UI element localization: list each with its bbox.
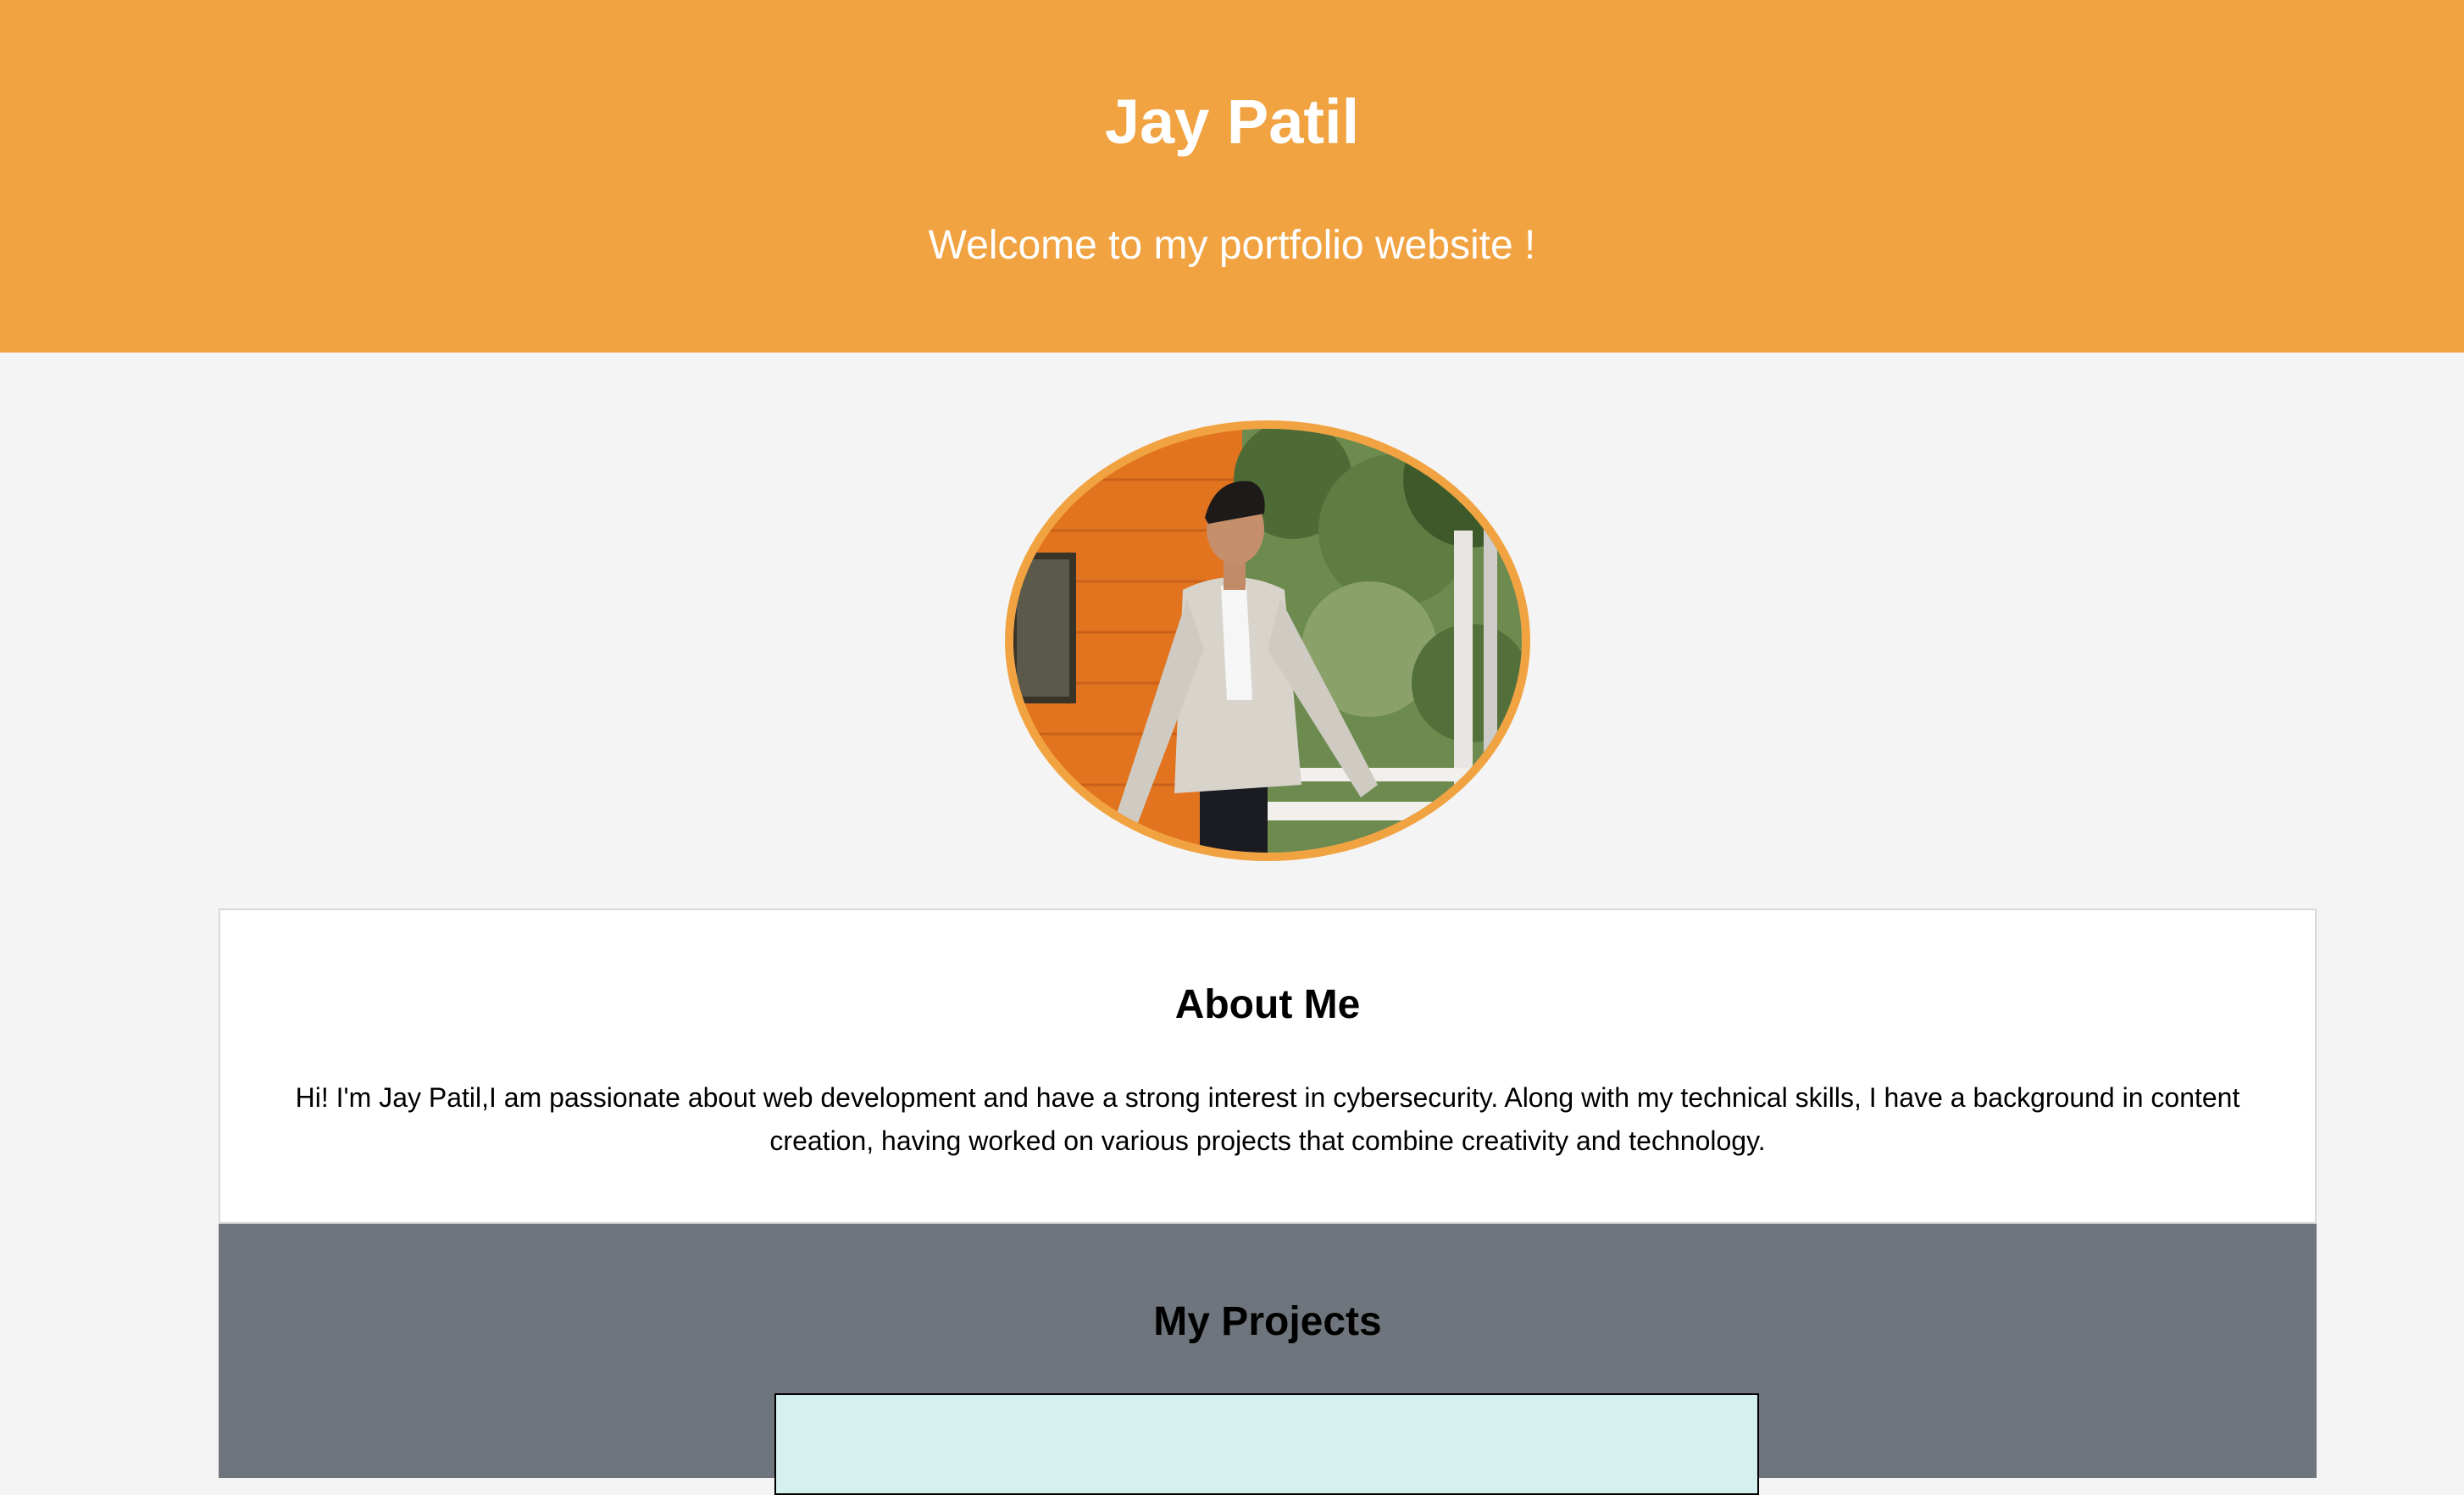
- about-text: Hi! I'm Jay Patil,I am passionate about …: [295, 1082, 2240, 1156]
- site-tagline: Welcome to my portfolio website !: [928, 223, 1536, 268]
- profile-photo: [1005, 420, 1530, 861]
- projects-section: My Projects: [219, 1224, 2317, 1495]
- projects-title: My Projects: [1153, 1299, 1382, 1344]
- about-title: About Me: [1174, 982, 1361, 1027]
- profile-photo-image: [1013, 429, 1522, 853]
- site-header: Jay Patil Welcome to my portfolio websit…: [0, 0, 2464, 353]
- site-title: Jay Patil: [1104, 86, 1360, 157]
- project-card[interactable]: [774, 1393, 1759, 1495]
- about-section: About Me Hi! I'm Jay Patil,I am passiona…: [219, 909, 2317, 1224]
